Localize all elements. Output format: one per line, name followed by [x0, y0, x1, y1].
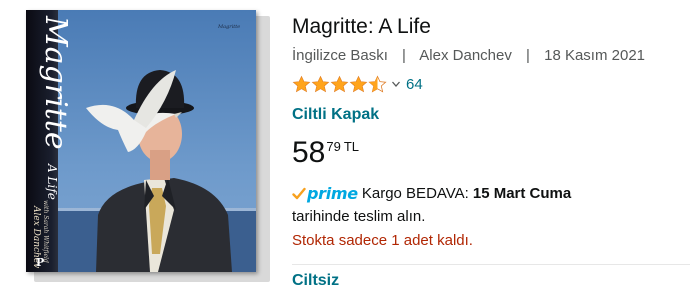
delivery-text: tarihinde teslim alın.	[292, 208, 426, 225]
star-icon	[311, 75, 330, 92]
format-paperback-link[interactable]: Ciltsiz	[292, 271, 682, 291]
section-divider	[292, 264, 690, 265]
prime-badge: prime	[292, 183, 358, 205]
rating-summary[interactable]: 64	[292, 73, 682, 95]
star-icon	[292, 75, 311, 92]
price-fraction: 79	[326, 139, 341, 154]
star-half-icon	[368, 75, 387, 92]
delivery-date: 15 Mart Cuma	[472, 185, 572, 202]
star-icon	[330, 75, 349, 92]
publisher-logo: P	[36, 256, 44, 269]
shipping-info: prime Kargo BEDAVA: 15 Mart Cuma	[292, 183, 682, 205]
edition-label: İngilizce Baskı	[292, 47, 388, 64]
painter-signature: Magritte	[217, 24, 240, 30]
chevron-down-icon[interactable]	[391, 79, 401, 89]
cover-coauthor-text: with Sarah Whitfield	[42, 200, 49, 263]
price-whole: 58	[292, 136, 326, 169]
free-shipping-text: Kargo BEDAVA:	[361, 185, 469, 202]
cover-subtitle-text: A Life	[45, 163, 59, 200]
byline-separator: |	[526, 47, 530, 64]
author-name[interactable]: Alex Danchev	[419, 47, 512, 64]
byline-separator: |	[402, 47, 406, 64]
book-cover-image[interactable]: Magritte A Life Alex Danchev with Sarah …	[26, 10, 270, 282]
stock-status: Stokta sadece 1 adet kaldı.	[292, 232, 473, 249]
check-icon	[292, 187, 306, 200]
cover-title-text: Magritte	[38, 15, 73, 150]
rating-count-link[interactable]: 64	[406, 76, 423, 93]
format-hardcover-link[interactable]: Ciltli Kapak	[292, 105, 682, 125]
star-rating[interactable]	[292, 75, 387, 94]
product-byline: İngilizce Baskı | Alex Danchev | 18 Kası…	[292, 46, 682, 66]
publication-date: 18 Kasım 2021	[544, 47, 646, 64]
product-details: Magritte: A Life İngilizce Baskı | Alex …	[292, 14, 690, 291]
prime-logo-text: prime	[307, 184, 358, 203]
star-icon	[349, 75, 368, 92]
product-title[interactable]: Magritte: A Life	[292, 14, 682, 40]
price: 58 79 TL	[292, 137, 682, 173]
book-cover: Magritte A Life Alex Danchev with Sarah …	[26, 10, 256, 272]
price-currency: TL	[343, 139, 360, 154]
